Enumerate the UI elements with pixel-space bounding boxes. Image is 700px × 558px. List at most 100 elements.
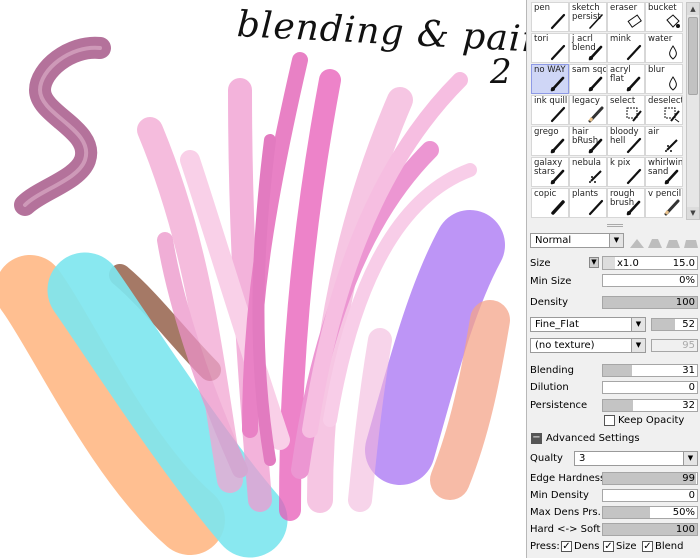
tool-sketch-persist[interactable]: sketch persist: [569, 2, 607, 32]
tool-mink[interactable]: mink: [607, 33, 645, 63]
dilution-slider[interactable]: 0: [602, 381, 698, 394]
tool-tori[interactable]: tori: [531, 33, 569, 63]
brush-shape-amount-slider[interactable]: 52: [651, 318, 698, 331]
size-value: 15.0: [672, 258, 695, 269]
brush-shape-3-icon[interactable]: [665, 237, 681, 249]
press-label: Press:: [530, 541, 560, 552]
texture-select[interactable]: (no texture) ▼: [530, 338, 646, 353]
persistence-slider[interactable]: 32: [602, 399, 698, 412]
brush-shape-1-icon[interactable]: [629, 237, 645, 249]
edge-hardness-slider[interactable]: 99: [602, 472, 698, 485]
tool-v-pencil[interactable]: v pencil: [645, 188, 683, 218]
press-blend-checkbox[interactable]: ✓: [642, 541, 653, 552]
chevron-down-icon: ▼: [631, 318, 645, 331]
persistence-value: 32: [682, 400, 695, 411]
chevron-down-icon: ▼: [683, 452, 697, 465]
tool-pen[interactable]: pen: [531, 2, 569, 32]
brush-icon: [626, 200, 641, 216]
density-value: 100: [675, 297, 695, 308]
size-multiplier: x1.0: [617, 258, 639, 269]
brush-shape-amount: 52: [682, 319, 695, 330]
tool-water[interactable]: water: [645, 33, 683, 63]
texture-value: (no texture): [535, 340, 595, 351]
tool-ink-quill[interactable]: ink quill: [531, 95, 569, 125]
min-density-value: 0: [688, 490, 695, 501]
tool-blur[interactable]: blur: [645, 64, 683, 94]
size-label: Size: [530, 258, 551, 269]
brush-icon: [626, 76, 641, 92]
pen-icon: [550, 106, 566, 123]
min-size-field[interactable]: 0%: [602, 274, 698, 287]
tool-sam-sqc[interactable]: sam sqc: [569, 64, 607, 94]
edge-hardness-value: 99: [682, 473, 695, 484]
hard-soft-slider[interactable]: 100: [602, 523, 698, 536]
press-size-checkbox[interactable]: ✓: [603, 541, 614, 552]
tool-bloody-hell[interactable]: bloody hell: [607, 126, 645, 156]
density-label: Density: [530, 297, 569, 308]
blending-slider[interactable]: 31: [602, 364, 698, 377]
keep-opacity-label: Keep Opacity: [618, 415, 685, 426]
texture-amount: 95: [682, 340, 695, 351]
pen-icon: [626, 168, 642, 185]
quality-select[interactable]: 3 ▼: [574, 451, 698, 466]
density-slider[interactable]: 100: [602, 296, 698, 309]
blend-mode-select[interactable]: Normal ▼: [530, 233, 624, 248]
press-size-label: Size: [616, 541, 637, 552]
bucket-icon: [666, 14, 680, 28]
tool-bucket[interactable]: bucket: [645, 2, 683, 32]
tool-air[interactable]: air: [645, 126, 683, 156]
pen-icon: [588, 199, 604, 216]
brush-shape-value: Fine_Flat: [535, 319, 579, 330]
edge-hardness-label: Edge Hardness: [530, 473, 606, 484]
brush-icon: [588, 76, 603, 92]
tool-legacy[interactable]: legacy: [569, 95, 607, 125]
advanced-settings-label[interactable]: Advanced Settings: [546, 433, 640, 444]
pen-icon: [550, 13, 566, 30]
tool-acryl-flat[interactable]: acryl flat: [607, 64, 645, 94]
chevron-down-icon: ▼: [631, 339, 645, 352]
tool-plants[interactable]: plants: [569, 188, 607, 218]
quality-label: Qualty: [530, 453, 563, 464]
tool-galaxy-stars[interactable]: galaxy stars: [531, 157, 569, 187]
brush-icon: [550, 138, 565, 154]
size-field[interactable]: x1.0 15.0: [602, 256, 698, 270]
dilution-value: 0: [688, 382, 695, 393]
tool-copic[interactable]: copic: [531, 188, 569, 218]
collapse-advanced-icon[interactable]: −: [531, 433, 542, 444]
brush-shape-select[interactable]: Fine_Flat ▼: [530, 317, 646, 332]
tool-hair-brush[interactable]: hair bRush: [569, 126, 607, 156]
selection-pen-icon: [626, 107, 642, 122]
tool-k-pix[interactable]: k pix: [607, 157, 645, 187]
tool-rough-brush[interactable]: rough brush: [607, 188, 645, 218]
canvas-handwritten-number: 2: [490, 52, 512, 92]
panel-divider-grip[interactable]: [607, 224, 623, 227]
max-dens-prs-slider[interactable]: 50%: [602, 506, 698, 519]
water-drop-icon: [669, 45, 677, 60]
scrollbar-thumb[interactable]: [688, 17, 698, 95]
tool-select[interactable]: select: [607, 95, 645, 125]
tool-no-way[interactable]: no WAY: [531, 64, 569, 94]
brush-shape-4-icon[interactable]: [683, 237, 699, 249]
keep-opacity-checkbox[interactable]: [604, 415, 615, 426]
tool-eraser[interactable]: eraser: [607, 2, 645, 32]
tool-grego[interactable]: grego: [531, 126, 569, 156]
pen-icon: [626, 44, 642, 61]
size-range-dropdown-icon[interactable]: ▼: [589, 257, 599, 268]
tool-grid-scrollbar[interactable]: ▲ ▼: [686, 2, 700, 220]
max-dens-prs-value: 50%: [672, 507, 695, 518]
pencil-icon: [588, 106, 604, 123]
scroll-down-icon[interactable]: ▼: [687, 207, 699, 219]
press-dens-checkbox[interactable]: ✓: [561, 541, 572, 552]
brush-icon: [588, 138, 603, 154]
tool-whirlwin-sand[interactable]: whirlwin sand: [645, 157, 683, 187]
brush-shape-2-icon[interactable]: [647, 237, 663, 249]
tool-deselect[interactable]: deselect: [645, 95, 683, 125]
scroll-up-icon[interactable]: ▲: [687, 3, 699, 15]
water-drop-icon: [669, 76, 677, 91]
tool-panel: pen sketch persist eraser bucket tori j acrl …: [526, 0, 700, 558]
tool-j-acrl-blend[interactable]: j acrl blend: [569, 33, 607, 63]
drawing-canvas[interactable]: blending & painting 2: [0, 0, 526, 558]
hard-soft-label: Hard <-> Soft: [530, 524, 601, 535]
tool-nebula[interactable]: nebula: [569, 157, 607, 187]
min-density-slider[interactable]: 0: [602, 489, 698, 502]
